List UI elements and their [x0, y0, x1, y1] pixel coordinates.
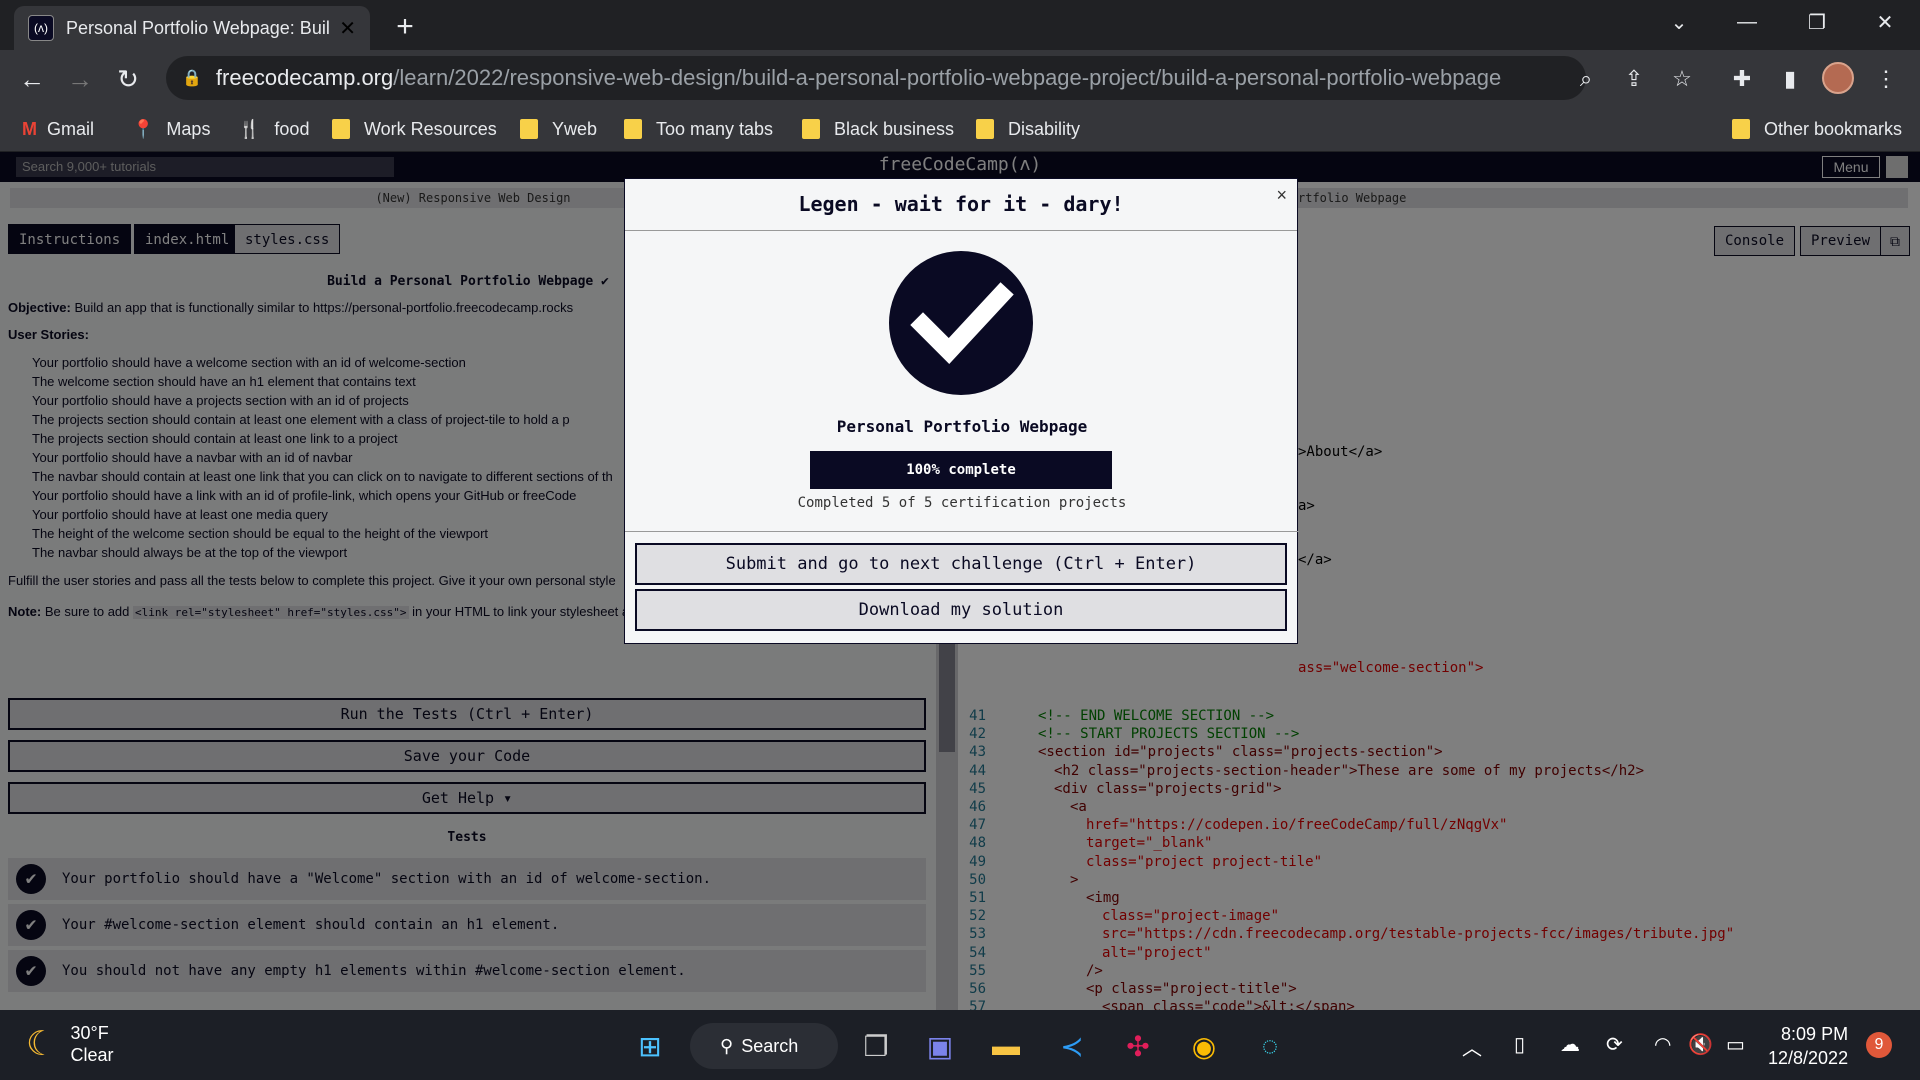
- windows-taskbar: ☾ 30°F Clear ⊞ ⚲ Search ❐ ▣ ▬ ≺ ✣ ◉ ◌ ︿ ▯ …: [0, 1010, 1920, 1080]
- chrome-icon[interactable]: ◉: [1182, 1024, 1226, 1068]
- close-tab-icon[interactable]: ✕: [339, 16, 356, 41]
- battery-icon[interactable]: ▭: [1726, 1032, 1745, 1057]
- forward-button[interactable]: →: [62, 61, 98, 97]
- usb-icon[interactable]: ▯: [1514, 1032, 1525, 1057]
- edge-icon[interactable]: ◌: [1248, 1024, 1292, 1068]
- download-solution-button[interactable]: Download my solution: [635, 589, 1287, 631]
- close-window-button[interactable]: ✕: [1850, 0, 1920, 44]
- url-host: freecodecamp.org: [215, 65, 394, 90]
- folder-icon: [976, 119, 994, 139]
- freecodecamp-favicon-icon: (ʌ): [28, 15, 54, 41]
- address-bar[interactable]: 🔒 freecodecamp.org/learn/2022/responsive…: [166, 56, 1586, 100]
- progress-bar: 100% complete: [810, 451, 1112, 489]
- share-icon[interactable]: ⇪: [1618, 63, 1650, 95]
- bookmark-too-many-tabs[interactable]: Too many tabs: [624, 114, 773, 144]
- temperature: 30°F: [70, 1023, 109, 1043]
- modal-divider: [625, 531, 1299, 532]
- bookmark-work-resources[interactable]: Work Resources: [332, 114, 497, 144]
- modal-title: Legen - wait for it - dary!: [625, 179, 1297, 231]
- weather-condition: Clear: [70, 1045, 114, 1065]
- bookmarks-bar: M Gmail 📍 Maps 🍴 food Work Resources Yweb T…: [0, 106, 1920, 152]
- folder-icon: [624, 119, 642, 139]
- lock-icon: 🔒: [182, 70, 202, 87]
- clock[interactable]: 8:09 PM 12/8/2022: [1768, 1022, 1848, 1070]
- onedrive-icon[interactable]: ☁: [1560, 1032, 1580, 1057]
- extensions-icon[interactable]: ✚: [1726, 63, 1758, 95]
- folder-icon: [520, 119, 538, 139]
- folder-icon: [802, 119, 820, 139]
- new-tab-button[interactable]: +: [388, 10, 422, 44]
- chat-icon[interactable]: ▣: [918, 1024, 962, 1068]
- slack-icon[interactable]: ✣: [1116, 1024, 1160, 1068]
- start-windows-icon[interactable]: ⊞: [628, 1024, 672, 1068]
- gmail-icon: M: [22, 118, 37, 139]
- completion-modal: Legen - wait for it - dary! × Personal P…: [624, 178, 1299, 644]
- weather-widget[interactable]: ☾ 30°F Clear: [26, 1022, 114, 1066]
- volume-muted-icon[interactable]: 🔇: [1688, 1032, 1713, 1057]
- vscode-icon[interactable]: ≺: [1050, 1024, 1094, 1068]
- completed-project-name: Personal Portfolio Webpage: [836, 417, 1088, 436]
- back-button[interactable]: ←: [14, 61, 50, 97]
- profile-avatar[interactable]: [1822, 62, 1854, 94]
- bookmark-black-business[interactable]: Black business: [802, 114, 954, 144]
- browser-menu-icon[interactable]: ⋮: [1870, 63, 1902, 95]
- bookmark-yweb[interactable]: Yweb: [520, 114, 597, 144]
- submit-next-challenge-button[interactable]: Submit and go to next challenge (Ctrl + …: [635, 543, 1287, 585]
- side-panel-icon[interactable]: ▮: [1774, 63, 1806, 95]
- task-view-icon[interactable]: ❐: [854, 1024, 898, 1068]
- reload-button[interactable]: ↻: [110, 61, 146, 97]
- moon-icon: ☾: [26, 1025, 57, 1063]
- taskbar-search[interactable]: ⚲ Search: [690, 1023, 838, 1069]
- modal-close-button[interactable]: ×: [1276, 185, 1287, 206]
- folder-icon: [1732, 119, 1750, 139]
- browser-tab-bar: (ʌ) Personal Portfolio Webpage: Buil ✕ +…: [0, 0, 1920, 50]
- food-icon: 🍴: [238, 118, 261, 139]
- browser-toolbar: ← → ↻ 🔒 freecodecamp.org/learn/2022/resp…: [0, 50, 1920, 106]
- bookmark-star-icon[interactable]: ☆: [1666, 63, 1698, 95]
- tray-overflow-icon[interactable]: ︿: [1462, 1032, 1482, 1061]
- notification-badge[interactable]: 9: [1866, 1032, 1892, 1058]
- completed-count: Completed 5 of 5 certification projects: [797, 495, 1127, 511]
- tab-title: Personal Portfolio Webpage: Buil: [66, 17, 330, 38]
- search-icon: ⚲: [720, 1035, 734, 1056]
- maps-icon: 📍: [132, 118, 155, 139]
- minimize-button[interactable]: —: [1712, 0, 1782, 44]
- bookmark-disability[interactable]: Disability: [976, 114, 1080, 144]
- wifi-icon[interactable]: ◠: [1654, 1032, 1671, 1057]
- browser-tab[interactable]: (ʌ) Personal Portfolio Webpage: Buil ✕: [14, 6, 370, 50]
- folder-icon: [332, 119, 350, 139]
- url-path: /learn/2022/responsive-web-design/build-…: [393, 65, 1502, 90]
- file-explorer-icon[interactable]: ▬: [984, 1024, 1028, 1068]
- tab-search-icon[interactable]: ⌄: [1644, 0, 1714, 44]
- success-check-icon: [889, 251, 1033, 395]
- bookmark-other[interactable]: Other bookmarks: [1732, 114, 1902, 144]
- bookmark-maps[interactable]: 📍 Maps: [132, 114, 210, 144]
- sync-icon[interactable]: ⟳: [1606, 1032, 1623, 1057]
- bookmark-gmail[interactable]: M Gmail: [22, 114, 94, 144]
- bookmark-food[interactable]: 🍴 food: [238, 114, 309, 144]
- zoom-icon[interactable]: ⌕: [1570, 63, 1602, 95]
- restore-button[interactable]: ❐: [1782, 0, 1852, 44]
